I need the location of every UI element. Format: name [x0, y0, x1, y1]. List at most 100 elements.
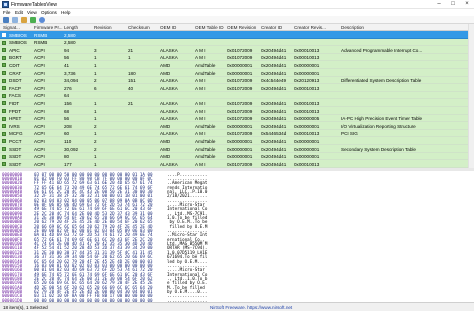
- column-header-length[interactable]: Length: [64, 25, 92, 30]
- table-row[interactable]: FIDT ACPI 156 1 21 ALASKA A M I 0x01072009 0x204…: [0, 99, 474, 107]
- table-row[interactable]: SMBIOS RSMB 2,580: [0, 38, 474, 47]
- column-header-checksum[interactable]: Checksum: [128, 25, 158, 30]
- table-cell-chk: 151: [128, 78, 136, 84]
- table-row[interactable]: SSDT ACPI 177 1 ALASKA A M I 0x01072009 0x20494…: [0, 160, 474, 168]
- title-bar: FirmwareTablesView – □ ×: [0, 0, 474, 9]
- table-row[interactable]: HPET ACPI 56 1 ALASKA A M I 0x01072009 0x20494d…: [0, 114, 474, 123]
- table-cell-crev: 0x00010013: [294, 85, 320, 91]
- table-row-icon: [2, 93, 6, 98]
- table-cell-len: 2,580: [64, 40, 76, 46]
- table-row[interactable]: IVRS ACPI 208 2 AMD AmdTable 0x00000001 0x20494…: [0, 122, 474, 130]
- column-header-creator-id[interactable]: Creator ID: [261, 25, 291, 30]
- nirsoft-link[interactable]: NirSoft Freeware. https://www.nirsoft.ne…: [210, 305, 292, 310]
- properties-icon[interactable]: [21, 17, 27, 23]
- table-cell-prov: ACPI: [34, 108, 45, 114]
- table-row[interactable]: SMBIOS RSMB 2,580: [0, 31, 474, 39]
- table-row-icon: [2, 109, 6, 113]
- table-cell-chk: 180: [128, 70, 136, 76]
- menu-options[interactable]: Options: [41, 10, 57, 15]
- menu-file[interactable]: File: [3, 10, 10, 15]
- table-cell-oemrev: 0x01072009: [227, 161, 253, 167]
- table-cell-len: 208: [64, 123, 72, 129]
- column-header-creator-revision[interactable]: Creator Revis...: [294, 25, 330, 30]
- table-cell-len: 80: [64, 154, 70, 160]
- table-cell-rev: 1: [94, 116, 97, 122]
- info-icon[interactable]: [39, 17, 45, 23]
- table-cell-crev: 0x00000001: [294, 123, 320, 129]
- column-header-oem-revision[interactable]: OEM Revision: [227, 25, 259, 30]
- column-header-oem-table-id[interactable]: OEM Table ID: [195, 25, 227, 30]
- save-icon[interactable]: [3, 17, 9, 23]
- column-header-oem-id[interactable]: OEM ID: [160, 25, 192, 30]
- table-row-icon: [2, 48, 6, 53]
- table-row[interactable]: SSDT ACPI 80 1 AMD AmdTable 0x00000001 0x20494d…: [0, 152, 474, 161]
- table-cell-len: 41: [64, 62, 70, 68]
- menu-view[interactable]: View: [27, 10, 37, 15]
- maximize-button[interactable]: □: [446, 0, 460, 9]
- table-row[interactable]: APIC ACPI 94 3 21 ALASKA A M I 0x01072009 0x2049…: [0, 46, 474, 54]
- table-cell-sig: MCFG: [9, 131, 23, 137]
- table-scrollbar[interactable]: [468, 24, 474, 168]
- table-cell-cid: 0x20494d41: [261, 108, 287, 114]
- table-cell-prov: ACPI: [34, 161, 45, 167]
- copy-icon[interactable]: [12, 17, 18, 23]
- table-cell-prov: ACPI: [34, 154, 45, 160]
- table-row[interactable]: DSDT ACPI 34,094 2 151 ALASKA A M I 0x01072009 0…: [0, 76, 474, 85]
- table-cell-crev: 0x00010013: [294, 100, 320, 106]
- menu-edit[interactable]: Edit: [15, 10, 23, 15]
- table-cell-desc: Secondary System Description Table: [341, 146, 416, 152]
- table-cell-oemrev: 0x00000001: [227, 70, 253, 76]
- table-row[interactable]: FACS ACPI 64: [0, 91, 474, 100]
- table-header: Signat... Firmware Pr... Length Revision…: [0, 24, 474, 31]
- table-cell-cid: 0x5446534d: [261, 131, 287, 137]
- table-cell-tbl: A M I: [195, 161, 206, 167]
- menu-help[interactable]: Help: [61, 10, 70, 15]
- column-header-signature[interactable]: Signat...: [3, 25, 31, 30]
- minimize-button[interactable]: –: [432, 0, 446, 9]
- table-row[interactable]: CDIT ACPI 41 1 AMD AmdTable 0x00000001 0x20494d…: [0, 61, 474, 69]
- column-header-provider[interactable]: Firmware Pr...: [34, 25, 64, 30]
- table-row[interactable]: MCFG ACPI 60 1 ALASKA A M I 0x01072009 0x544653…: [0, 129, 474, 138]
- table-cell-rev: 1: [94, 154, 97, 160]
- table-cell-cid: 0x20494d41: [261, 123, 287, 129]
- firmware-table[interactable]: Signat... Firmware Pr... Length Revision…: [0, 24, 474, 168]
- table-cell-prov: ACPI: [34, 123, 45, 129]
- table-row-icon: [2, 154, 6, 159]
- table-cell-crev: 0x00000001: [294, 154, 320, 160]
- table-cell-tbl: AmdTable: [195, 154, 216, 160]
- table-cell-sig: IVRS: [9, 123, 20, 129]
- column-header-description[interactable]: Description: [341, 25, 461, 30]
- table-row[interactable]: PCCT ACPI 110 2 AMD AmdTable 0x00000001 0x20494…: [0, 137, 474, 145]
- hex-dump-pane[interactable]: 00000000 03 07 00 00 50 00 00 00 00 00 00…: [0, 171, 468, 302]
- table-row-icon: [2, 101, 6, 106]
- table-cell-prov: ACPI: [34, 85, 45, 91]
- table-cell-desc: IA-PC High Precision Event Timer Table: [341, 116, 423, 122]
- table-cell-len: 60: [64, 131, 70, 137]
- table-cell-oemrev: 0x00000001: [227, 62, 253, 68]
- table-cell-sig: SSDT: [9, 161, 22, 167]
- table-cell-len: 94: [64, 47, 70, 53]
- table-cell-tbl: A M I: [195, 85, 206, 91]
- table-cell-crev: 0x20120913: [294, 78, 320, 84]
- table-cell-chk: 21: [128, 47, 134, 53]
- table-row[interactable]: CRAT ACPI 3,736 1 180 AMD AmdTable 0x00000001 0x…: [0, 69, 474, 77]
- refresh-icon[interactable]: [30, 17, 36, 23]
- table-cell-crev: 0x00010013: [294, 108, 320, 114]
- table-row[interactable]: SSDT ACPI 30,092 2 AMD AmdTable 0x00000001 0x20…: [0, 145, 474, 153]
- table-row-icon: [2, 162, 6, 167]
- window-title: FirmwareTablesView: [11, 1, 58, 8]
- table-row[interactable]: FPDT ACPI 68 1 ALASKA A M I 0x01072009 0x20494d…: [0, 107, 474, 115]
- table-row[interactable]: FACP ACPI 276 6 40 ALASKA A M I 0x01072009 0x204…: [0, 84, 474, 92]
- table-cell-prov: ACPI: [34, 93, 45, 99]
- table-cell-crev: 0x00010013: [294, 131, 320, 137]
- table-cell-sig: PCCT: [9, 138, 22, 144]
- column-header-revision[interactable]: Revision: [94, 25, 124, 30]
- table-cell-cid: 0x20494d41: [261, 146, 287, 152]
- table-row[interactable]: BGRT ACPI 56 1 1 ALASKA A M I 0x01072009 0x20494…: [0, 53, 474, 62]
- table-row-icon: [2, 78, 6, 83]
- table-cell-rev: 2: [94, 146, 97, 152]
- table-cell-len: 2,580: [64, 32, 76, 38]
- table-cell-len: 177: [64, 161, 72, 167]
- table-cell-sig: FIDT: [9, 100, 20, 106]
- close-button[interactable]: ×: [460, 0, 474, 9]
